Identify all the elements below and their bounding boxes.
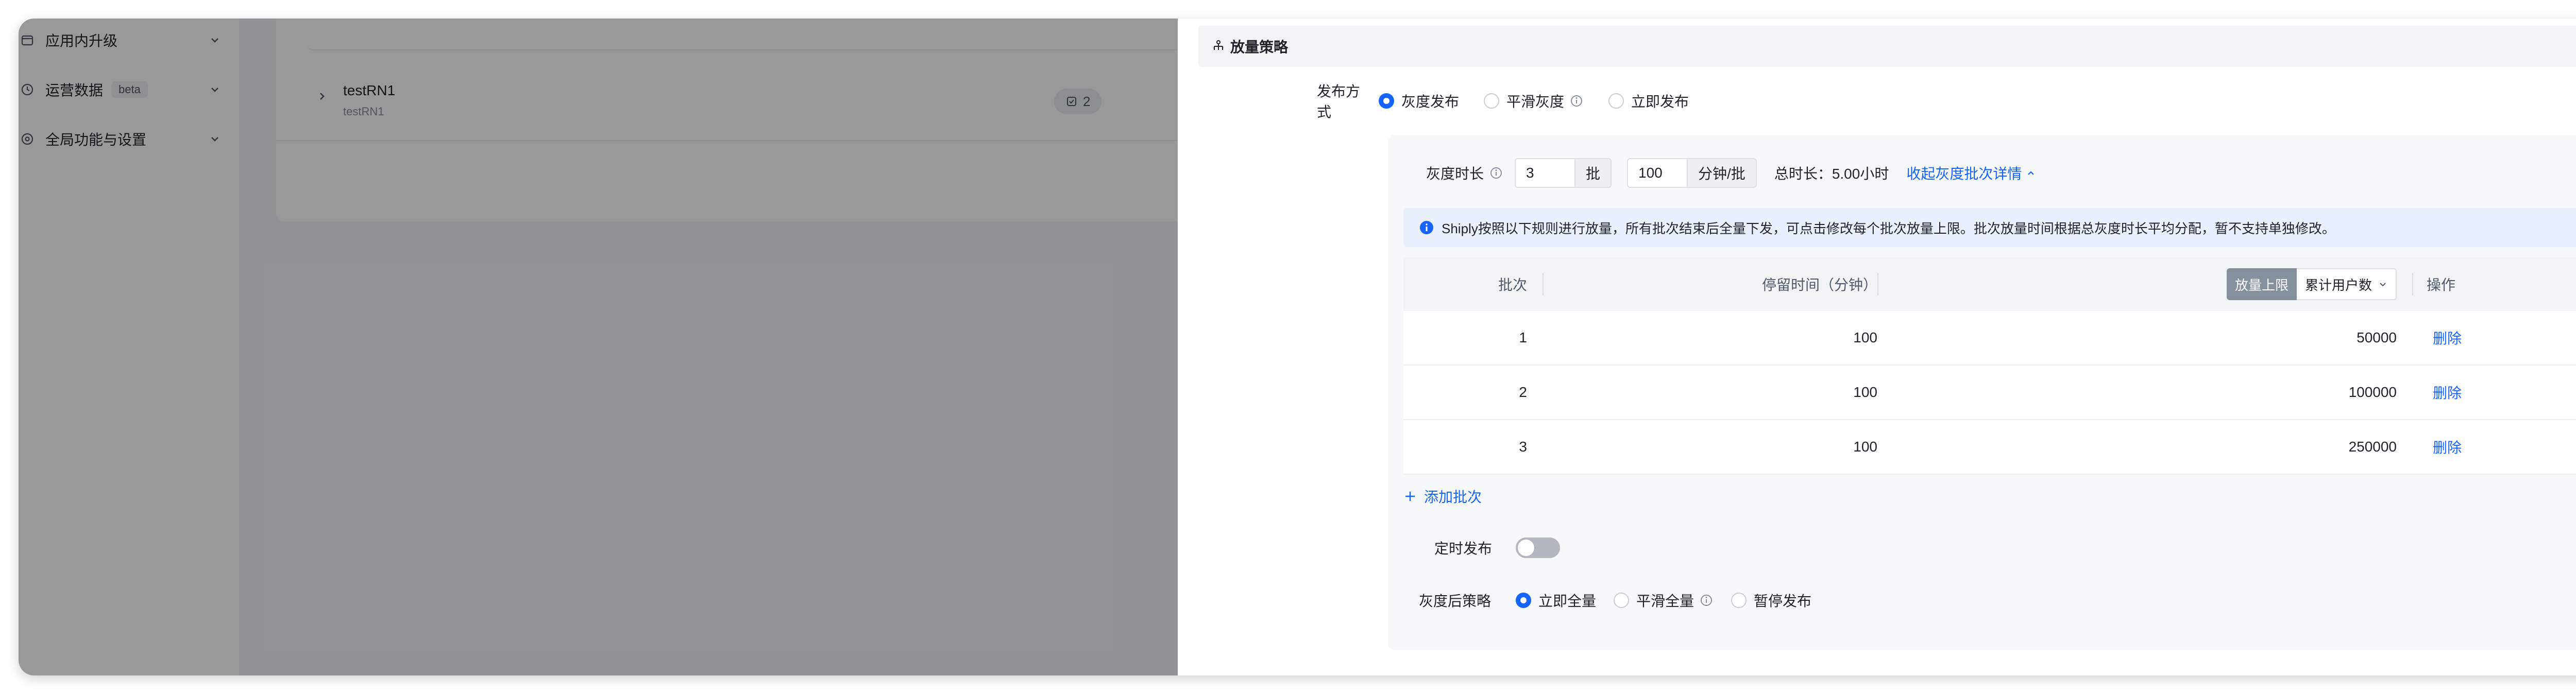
app-window: 应用内升级 运营数据 beta 全局功能与设置 testRN1 testRN1 … — [19, 19, 2576, 675]
radio-immediate-full[interactable]: 立即全量 — [1516, 590, 1596, 611]
total-duration-label: 总时长： — [1774, 166, 1832, 182]
radio-icon[interactable] — [1484, 93, 1500, 109]
radio-smooth-full[interactable]: 平滑全量 — [1614, 590, 1714, 611]
radio-label: 立即全量 — [1538, 593, 1597, 609]
radio-label: 平滑全量 — [1636, 593, 1694, 609]
radio-label: 暂停发布 — [1754, 593, 1812, 609]
strategy-icon — [1211, 39, 1226, 54]
stay-cell[interactable]: 100 — [1544, 366, 1877, 419]
scheduled-toggle[interactable] — [1516, 537, 1560, 558]
cap-type-select[interactable]: 累计用户数 — [2296, 268, 2397, 300]
publish-mode-row: 发布方式 灰度发布 平滑灰度 立即发布 — [1317, 83, 1689, 120]
header-divider — [2412, 273, 2413, 296]
stay-cell[interactable]: 100 — [1544, 420, 1877, 474]
info-icon[interactable] — [1489, 166, 1503, 180]
delete-button[interactable]: 删除 — [2433, 366, 2536, 419]
radio-immediate-release[interactable]: 立即发布 — [1608, 91, 1689, 111]
radio-icon[interactable] — [1379, 93, 1394, 109]
minutes-input[interactable]: 100 — [1627, 158, 1688, 188]
modal-overlay[interactable] — [19, 19, 1178, 675]
gray-config-panel: 灰度时长 3 批 100 分钟/批 总时长： 5.00小时 收起灰度批次详情 S… — [1388, 135, 2576, 650]
radio-pause-release[interactable]: 暂停发布 — [1731, 590, 1811, 611]
alert-text: Shiply按照以下规则进行放量，所有批次结束后全量下发，可点击修改每个批次放量… — [1442, 220, 2335, 236]
post-strategy-row: 灰度后策略 立即全量 平滑全量 暂停发布 — [1419, 584, 1811, 617]
info-filled-icon — [1419, 220, 1434, 235]
chevron-up-icon — [2028, 171, 2035, 175]
radio-label: 平滑灰度 — [1506, 94, 1565, 110]
table-row: 1 100 50000 删除 — [1403, 311, 2576, 366]
batches-unit: 批 — [1575, 158, 1612, 188]
stay-cell[interactable]: 100 — [1544, 311, 1877, 365]
plus-icon — [1405, 492, 1415, 501]
radio-smooth-gray[interactable]: 平滑灰度 — [1484, 91, 1584, 111]
cap-type-value: 累计用户数 — [2304, 277, 2372, 293]
batch-cell: 3 — [1519, 439, 1527, 455]
batches-input[interactable]: 3 — [1515, 158, 1576, 188]
cap-cell[interactable]: 50000 — [1878, 311, 2397, 365]
section-title: 放量策略 — [1230, 39, 1289, 55]
cap-cell[interactable]: 100000 — [1878, 366, 2397, 419]
chevron-down-icon — [2380, 283, 2386, 287]
radio-icon[interactable] — [1516, 593, 1531, 608]
radio-icon[interactable] — [1614, 593, 1630, 608]
info-alert: Shiply按照以下规则进行放量，所有批次结束后全量下发，可点击修改每个批次放量… — [1403, 208, 2576, 247]
col-stay-header: 停留时间（分钟） — [1761, 277, 1877, 293]
table-row: 3 100 250000 删除 — [1403, 420, 2576, 475]
publish-mode-label: 发布方式 — [1317, 83, 1361, 120]
gray-duration-label: 灰度时长 — [1426, 166, 1484, 182]
delete-button[interactable]: 删除 — [2433, 311, 2536, 365]
batch-cell: 2 — [1519, 384, 1527, 400]
table-header: 批次 停留时间（分钟） 放量上限 累计用户数 操作 — [1403, 257, 2576, 311]
col-batch-header: 批次 — [1498, 277, 1527, 293]
toggle-knob — [1518, 540, 1534, 556]
radio-label: 灰度发布 — [1401, 94, 1460, 110]
post-strategy-label: 灰度后策略 — [1419, 593, 1492, 609]
radio-label: 立即发布 — [1631, 94, 1689, 110]
section-header: 放量策略 — [1198, 26, 2576, 67]
collapse-batch-details-link[interactable]: 收起灰度批次详情 — [1906, 163, 2036, 183]
scheduled-label: 定时发布 — [1434, 541, 1493, 557]
info-icon[interactable] — [1569, 94, 1584, 108]
cap-cell[interactable]: 250000 — [1878, 420, 2397, 474]
add-batch-label: 添加批次 — [1424, 489, 1482, 505]
radio-icon[interactable] — [1731, 593, 1747, 608]
col-cap-header: 放量上限 累计用户数 — [1878, 257, 2397, 311]
delete-button[interactable]: 删除 — [2433, 420, 2536, 474]
radio-icon[interactable] — [1608, 93, 1624, 109]
collapse-link-label: 收起灰度批次详情 — [1906, 166, 2022, 182]
batch-cell: 1 — [1519, 329, 1527, 345]
radio-gray-release[interactable]: 灰度发布 — [1379, 91, 1459, 111]
add-batch-button[interactable]: 添加批次 — [1403, 486, 1482, 507]
col-action-header: 操作 — [2427, 277, 2456, 293]
minutes-unit: 分钟/批 — [1688, 158, 1757, 188]
table-row: 2 100 100000 删除 — [1403, 366, 2576, 420]
info-icon[interactable] — [1699, 593, 1714, 608]
scheduled-row: 定时发布 — [1434, 531, 1560, 564]
total-duration-value: 5.00小时 — [1832, 166, 1889, 182]
release-strategy-drawer: 放量策略 发布方式 灰度发布 平滑灰度 立即发布 灰度时长 3 批 100 分钟… — [1178, 19, 2576, 675]
cap-tag: 放量上限 — [2226, 268, 2297, 300]
gray-duration-row: 灰度时长 3 批 100 分钟/批 总时长： 5.00小时 收起灰度批次详情 — [1426, 157, 2036, 189]
